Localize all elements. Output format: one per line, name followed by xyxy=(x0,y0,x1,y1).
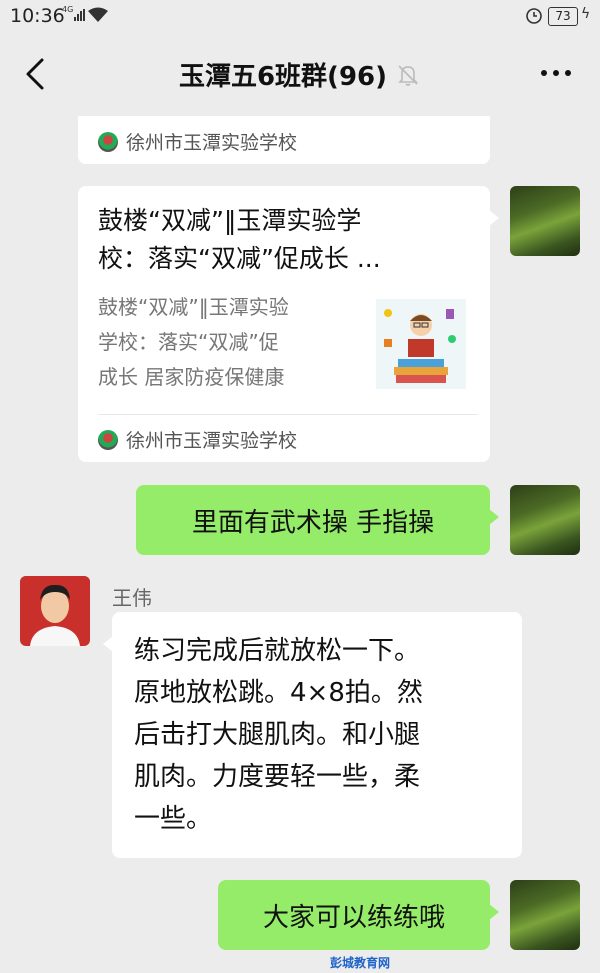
article-thumbnail xyxy=(376,299,466,389)
article-divider xyxy=(98,414,478,415)
chat-title: 玉潭五6班群(96) xyxy=(178,62,388,92)
school-logo-icon xyxy=(98,429,118,450)
school-logo-icon xyxy=(98,131,118,152)
my-message-text: 里面有武术操 手指操 xyxy=(191,507,435,538)
reading-child-illustration xyxy=(384,309,456,383)
site-watermark: 彭城教育网 xyxy=(330,954,390,971)
status-bar: 10:36 4G 73 ϟ xyxy=(0,0,600,34)
my-message-bubble[interactable]: 里面有武术操 手指操 xyxy=(136,485,499,555)
my-avatar[interactable] xyxy=(510,186,580,256)
more-options-icon[interactable] xyxy=(538,58,574,88)
article-description: 鼓楼“双减”‖玉潭实验 学校：落实“双减”促 成长 居家防疫保健康 xyxy=(98,290,348,395)
message-line: 练习完成后就放松一下。 xyxy=(134,636,421,666)
article-desc-line: 学校：落实“双减”促 xyxy=(98,330,279,354)
article-source-name: 徐州市玉潭实验学校 xyxy=(126,430,298,452)
article-title-line: 校：落实“双减”促成长 ... xyxy=(98,244,381,273)
article-source-name: 徐州市玉潭实验学校 xyxy=(126,132,298,154)
my-avatar[interactable] xyxy=(510,880,580,950)
chat-header: 玉潭五6班群(96) xyxy=(0,34,600,116)
sender-name: 王伟 xyxy=(112,586,152,610)
wifi-icon xyxy=(88,7,108,22)
article-source: 徐州市玉潭实验学校 xyxy=(98,128,297,155)
wang-wei-avatar[interactable] xyxy=(20,576,90,646)
article-title-line: 鼓楼“双减”‖玉潭实验学 xyxy=(98,206,362,235)
message-line: 一些。 xyxy=(134,804,213,834)
status-time: 10:36 xyxy=(10,5,65,27)
chat-title-wrap: 玉潭五6班群(96) xyxy=(0,56,600,93)
shared-article-card-partial[interactable]: 徐州市玉潭实验学校 xyxy=(78,116,490,164)
article-desc-line: 成长 居家防疫保健康 xyxy=(98,365,285,389)
alarm-icon xyxy=(526,8,542,24)
article-title: 鼓楼“双减”‖玉潭实验学 校：落实“双减”促成长 ... xyxy=(98,202,478,278)
incoming-message-text: 练习完成后就放松一下。 原地放松跳。4×8拍。然 后击打大腿肌肉。和小腿 肌肉。… xyxy=(134,630,514,840)
message-line: 原地放松跳。4×8拍。然 xyxy=(134,678,423,708)
shared-article-card[interactable]: 鼓楼“双减”‖玉潭实验学 校：落实“双减”促成长 ... 鼓楼“双减”‖玉潭实验… xyxy=(78,186,499,462)
incoming-message-bubble[interactable]: 练习完成后就放松一下。 原地放松跳。4×8拍。然 后击打大腿肌肉。和小腿 肌肉。… xyxy=(103,612,522,858)
message-line: 后击打大腿肌肉。和小腿 xyxy=(134,720,421,750)
article-source: 徐州市玉潭实验学校 xyxy=(98,426,297,453)
charging-icon: ϟ xyxy=(581,6,591,22)
article-desc-line: 鼓楼“双减”‖玉潭实验 xyxy=(98,295,289,319)
watermark-text: 彭城教育网 xyxy=(329,956,390,970)
mute-bell-icon xyxy=(398,64,418,86)
my-message-text: 大家可以练练哦 xyxy=(262,902,445,933)
my-avatar[interactable] xyxy=(510,485,580,555)
signal-icon xyxy=(74,9,85,21)
person-portrait-icon xyxy=(20,576,90,646)
message-line: 肌肉。力度要轻一些，柔 xyxy=(134,762,421,792)
network-type: 4G xyxy=(62,5,74,14)
my-message-bubble[interactable]: 大家可以练练哦 xyxy=(218,880,499,950)
battery-indicator: 73 xyxy=(548,7,578,26)
